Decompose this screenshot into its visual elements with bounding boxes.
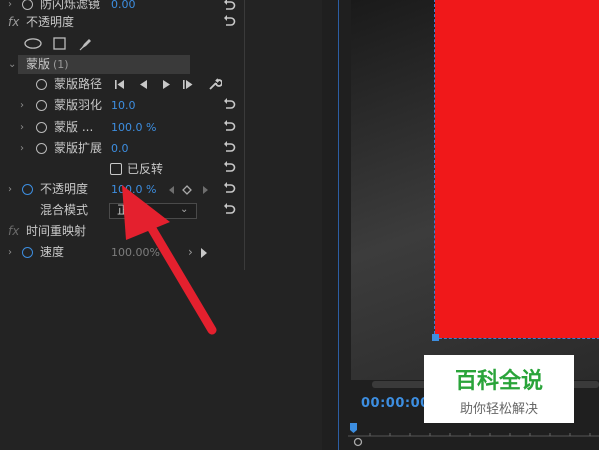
annotation-arrow — [122, 185, 217, 335]
